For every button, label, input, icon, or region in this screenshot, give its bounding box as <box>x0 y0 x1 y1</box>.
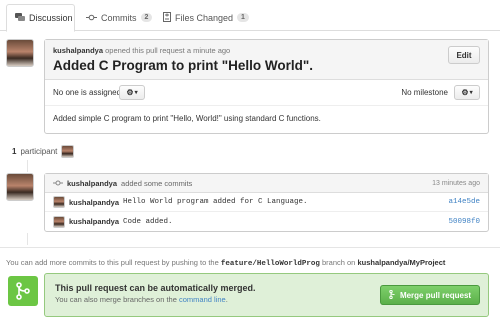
tab-discussion[interactable]: Discussion <box>6 4 75 32</box>
files-count-badge: 1 <box>237 13 249 22</box>
diff-icon <box>163 11 171 24</box>
participant-avatar[interactable] <box>61 145 75 158</box>
tab-label: Files Changed <box>175 12 234 23</box>
branch-name: feature/HelloWorldProg <box>220 260 320 268</box>
committer-link[interactable]: kushalpandya <box>67 179 117 188</box>
pull-request-discussion: kushalpandya opened this pull request a … <box>44 39 489 134</box>
participants-summary: 1 participant <box>12 145 75 158</box>
tab-label: Commits <box>101 12 137 23</box>
opened-text: opened this pull request a minute ago <box>105 46 231 55</box>
merge-sub-prefix: You can also merge branches on the <box>55 295 177 304</box>
discussion-meta: kushalpandya opened this pull request a … <box>53 46 480 55</box>
assignee-bar: No one is assigned ⚙ ▾ No milestone ⚙ ▾ <box>45 80 488 106</box>
timeline-line <box>27 160 28 172</box>
merge-pull-request-button[interactable]: Merge pull request <box>380 285 480 305</box>
author-avatar[interactable] <box>6 39 34 67</box>
edit-button[interactable]: Edit <box>448 46 480 64</box>
gear-icon: ⚙ <box>461 88 469 97</box>
commit-sha-link[interactable]: 50098f0 <box>448 218 480 226</box>
tab-label: Discussion <box>29 13 73 23</box>
tab-files-changed[interactable]: Files Changed 1 <box>155 4 257 31</box>
commit-author[interactable]: kushalpandya <box>69 217 119 226</box>
milestone-gear-button[interactable]: ⚙ ▾ <box>454 85 480 100</box>
command-line-link[interactable]: command line <box>179 295 226 304</box>
assignee-text: No one is assigned <box>53 88 122 97</box>
commit-message[interactable]: Code added. <box>123 218 173 226</box>
merge-icon <box>389 289 396 301</box>
committer-avatar[interactable] <box>6 173 34 201</box>
tab-commits[interactable]: Commits 2 <box>78 4 160 31</box>
participant-label: participant <box>20 147 58 156</box>
author-link[interactable]: kushalpandya <box>53 46 103 55</box>
commits-header: kushalpandya added some commits 13 minut… <box>45 174 488 193</box>
commits-action: added some commits <box>121 178 193 188</box>
hint-middle: branch on <box>321 258 356 267</box>
assignee-gear-button[interactable]: ⚙ ▾ <box>119 85 145 100</box>
commits-block: kushalpandya added some commits 13 minut… <box>44 173 489 232</box>
repo-name[interactable]: kushalpandya/MyProject <box>357 258 445 267</box>
merge-status-icon <box>8 276 38 306</box>
commit-avatar[interactable] <box>53 196 65 208</box>
push-hint: You can add more commits to this pull re… <box>6 258 445 268</box>
commit-icon <box>53 179 63 188</box>
commit-row: kushalpandya Hello World program added f… <box>45 193 488 212</box>
comments-icon <box>15 12 25 24</box>
commit-avatar[interactable] <box>53 215 65 228</box>
timeline-line <box>27 233 28 245</box>
commit-row: kushalpandya Code added. 50098f0 <box>45 212 488 231</box>
commit-sha-link[interactable]: a14e5de <box>448 198 480 206</box>
hint-prefix: You can add more commits to this pull re… <box>6 258 219 267</box>
divider <box>0 247 500 248</box>
chevron-down-icon: ▾ <box>134 90 138 96</box>
pr-tabs: Discussion Commits 2 Files Changed 1 <box>0 0 500 32</box>
commits-time: 13 minutes ago <box>432 179 480 187</box>
commit-message[interactable]: Hello World program added for C Language… <box>123 198 308 206</box>
chevron-down-icon: ▾ <box>469 90 473 96</box>
pull-request-body: Added simple C program to print "Hello, … <box>53 114 321 123</box>
pull-request-title: Added C Program to print "Hello World". <box>53 58 314 73</box>
commit-icon <box>86 13 97 23</box>
milestone-text: No milestone <box>401 88 448 97</box>
merge-sub-suffix: . <box>225 295 228 304</box>
commit-author[interactable]: kushalpandya <box>69 198 119 207</box>
gear-icon: ⚙ <box>126 88 134 97</box>
merge-panel: This pull request can be automatically m… <box>44 273 489 317</box>
commit-count-badge: 2 <box>140 13 153 22</box>
merge-button-label: Merge pull request <box>399 290 472 300</box>
participant-count: 1 <box>12 147 17 156</box>
discussion-header: kushalpandya opened this pull request a … <box>45 40 488 80</box>
